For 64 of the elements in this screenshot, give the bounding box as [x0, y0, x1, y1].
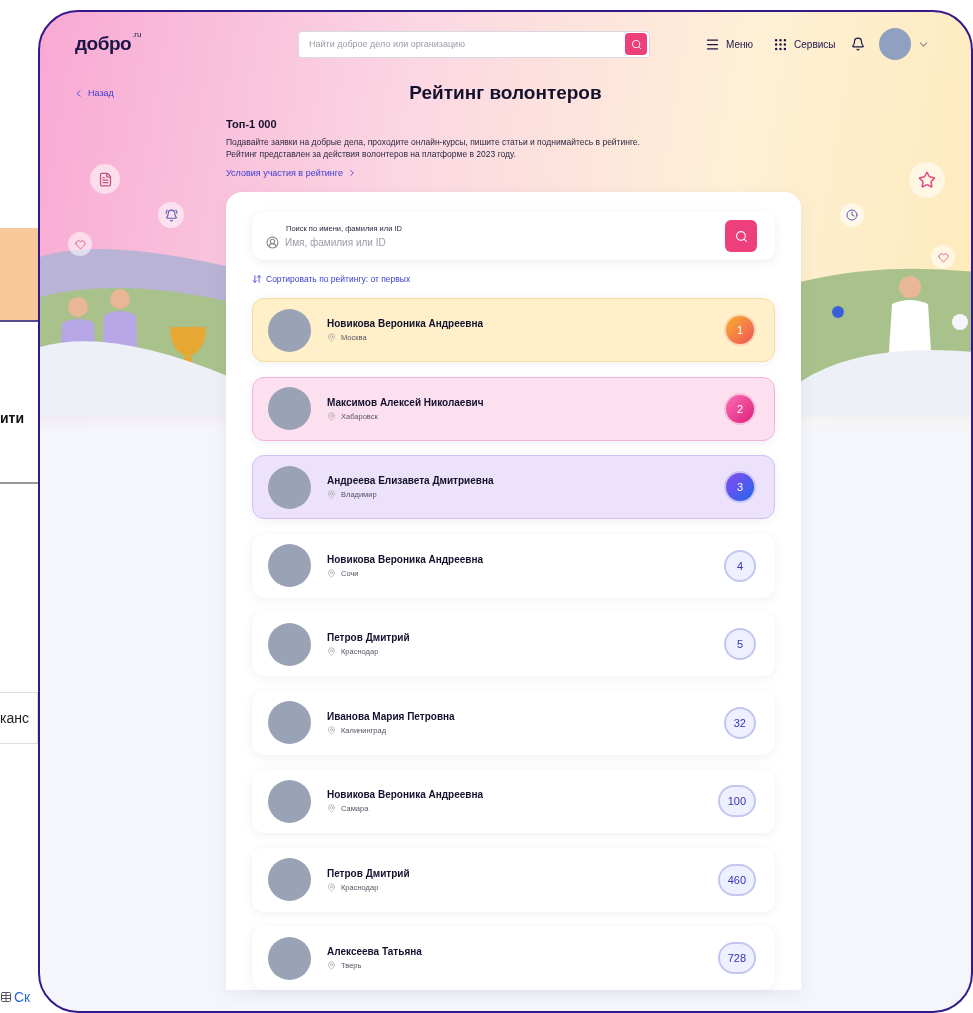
volunteer-name: Иванова Мария Петровна	[327, 710, 456, 722]
sort-link[interactable]: Сортировать по рейтингу: от первых	[252, 274, 411, 284]
rank-badge: 3	[724, 471, 756, 503]
volunteer-name: Новикова Вероника Андреевна	[327, 553, 485, 565]
volunteer-name: Новикова Вероника Андреевна	[327, 789, 485, 800]
rank-badge: 100	[717, 785, 756, 817]
page-title: Рейтинг волонтеров	[408, 82, 603, 104]
pin-icon	[327, 882, 336, 892]
logo[interactable]: добро	[75, 33, 132, 55]
pin-icon	[327, 568, 336, 578]
dot-grid-icon	[773, 36, 789, 52]
rank-badge: 1	[724, 314, 756, 346]
pin-icon	[327, 411, 336, 421]
photo-placeholder	[268, 622, 311, 666]
user-icon	[266, 235, 279, 249]
search-button[interactable]	[725, 220, 757, 252]
volunteer-name: Алексеева Татьяна	[327, 946, 423, 957]
rank-badge: 5	[724, 628, 756, 660]
pin-icon	[327, 725, 336, 735]
avatar[interactable]	[879, 28, 912, 60]
volunteer-name: Петров Дмитрий	[327, 867, 411, 879]
services-button[interactable]: Сервисы	[773, 36, 836, 52]
rank-badge: 4	[724, 549, 756, 582]
logo-suffix: .ru	[132, 30, 142, 39]
photo-placeholder	[268, 701, 311, 744]
description: Подавайте заявки на добрые дела, проходите онлайн-курсы, пишите статьи и поднимайтесь в рейтинге. Рейтинг представлен за действия волонтеров на платформе в 2023 году.	[226, 136, 641, 160]
subtitle: Топ-1 000	[226, 118, 278, 130]
sort-icon	[252, 274, 262, 284]
photo-placeholder	[268, 465, 311, 509]
search-button[interactable]	[625, 33, 647, 55]
pin-icon	[327, 490, 336, 499]
pin-icon	[327, 647, 336, 656]
menu-button[interactable]: Меню	[705, 36, 754, 52]
menu-icon	[705, 36, 720, 52]
photo-placeholder	[268, 308, 311, 352]
input-field[interactable]: канс	[0, 692, 38, 744]
volunteer-name: Петров Дмитрий	[327, 632, 411, 643]
volunteer-name: Андреева Елизавета Дмитриевна	[327, 475, 495, 486]
clock-icon	[840, 203, 864, 227]
back-link[interactable]: Назад	[73, 87, 114, 99]
rank-badge: 2	[724, 392, 756, 425]
photo-placeholder	[268, 779, 311, 823]
volunteer-name: Максимов Алексей Николаевич	[327, 396, 485, 408]
table-icon	[0, 991, 12, 1003]
pin-icon	[327, 333, 336, 342]
bell-icon	[158, 202, 184, 228]
pin-icon	[327, 961, 336, 970]
search-icon	[734, 229, 748, 243]
photo-placeholder	[268, 544, 311, 587]
document-icon	[90, 164, 120, 194]
photo-placeholder	[268, 858, 311, 901]
rank-badge: 32	[723, 706, 756, 739]
rank-badge: 460	[717, 863, 756, 896]
conditions-link[interactable]: Условия участия в рейтинге	[226, 168, 357, 178]
photo-placeholder	[268, 936, 311, 980]
name-search-field[interactable]: Имя, фамилия или ID	[285, 236, 585, 248]
heading-fragment: ити	[0, 410, 26, 426]
link-fragment[interactable]: Ск	[14, 989, 31, 1005]
rank-badge: 728	[717, 942, 756, 974]
search-icon	[630, 38, 642, 50]
bell-icon[interactable]	[851, 37, 866, 51]
pin-icon	[327, 804, 336, 813]
photo-placeholder	[268, 387, 311, 430]
volunteer-name: Новикова Вероника Андреевна	[327, 318, 485, 329]
